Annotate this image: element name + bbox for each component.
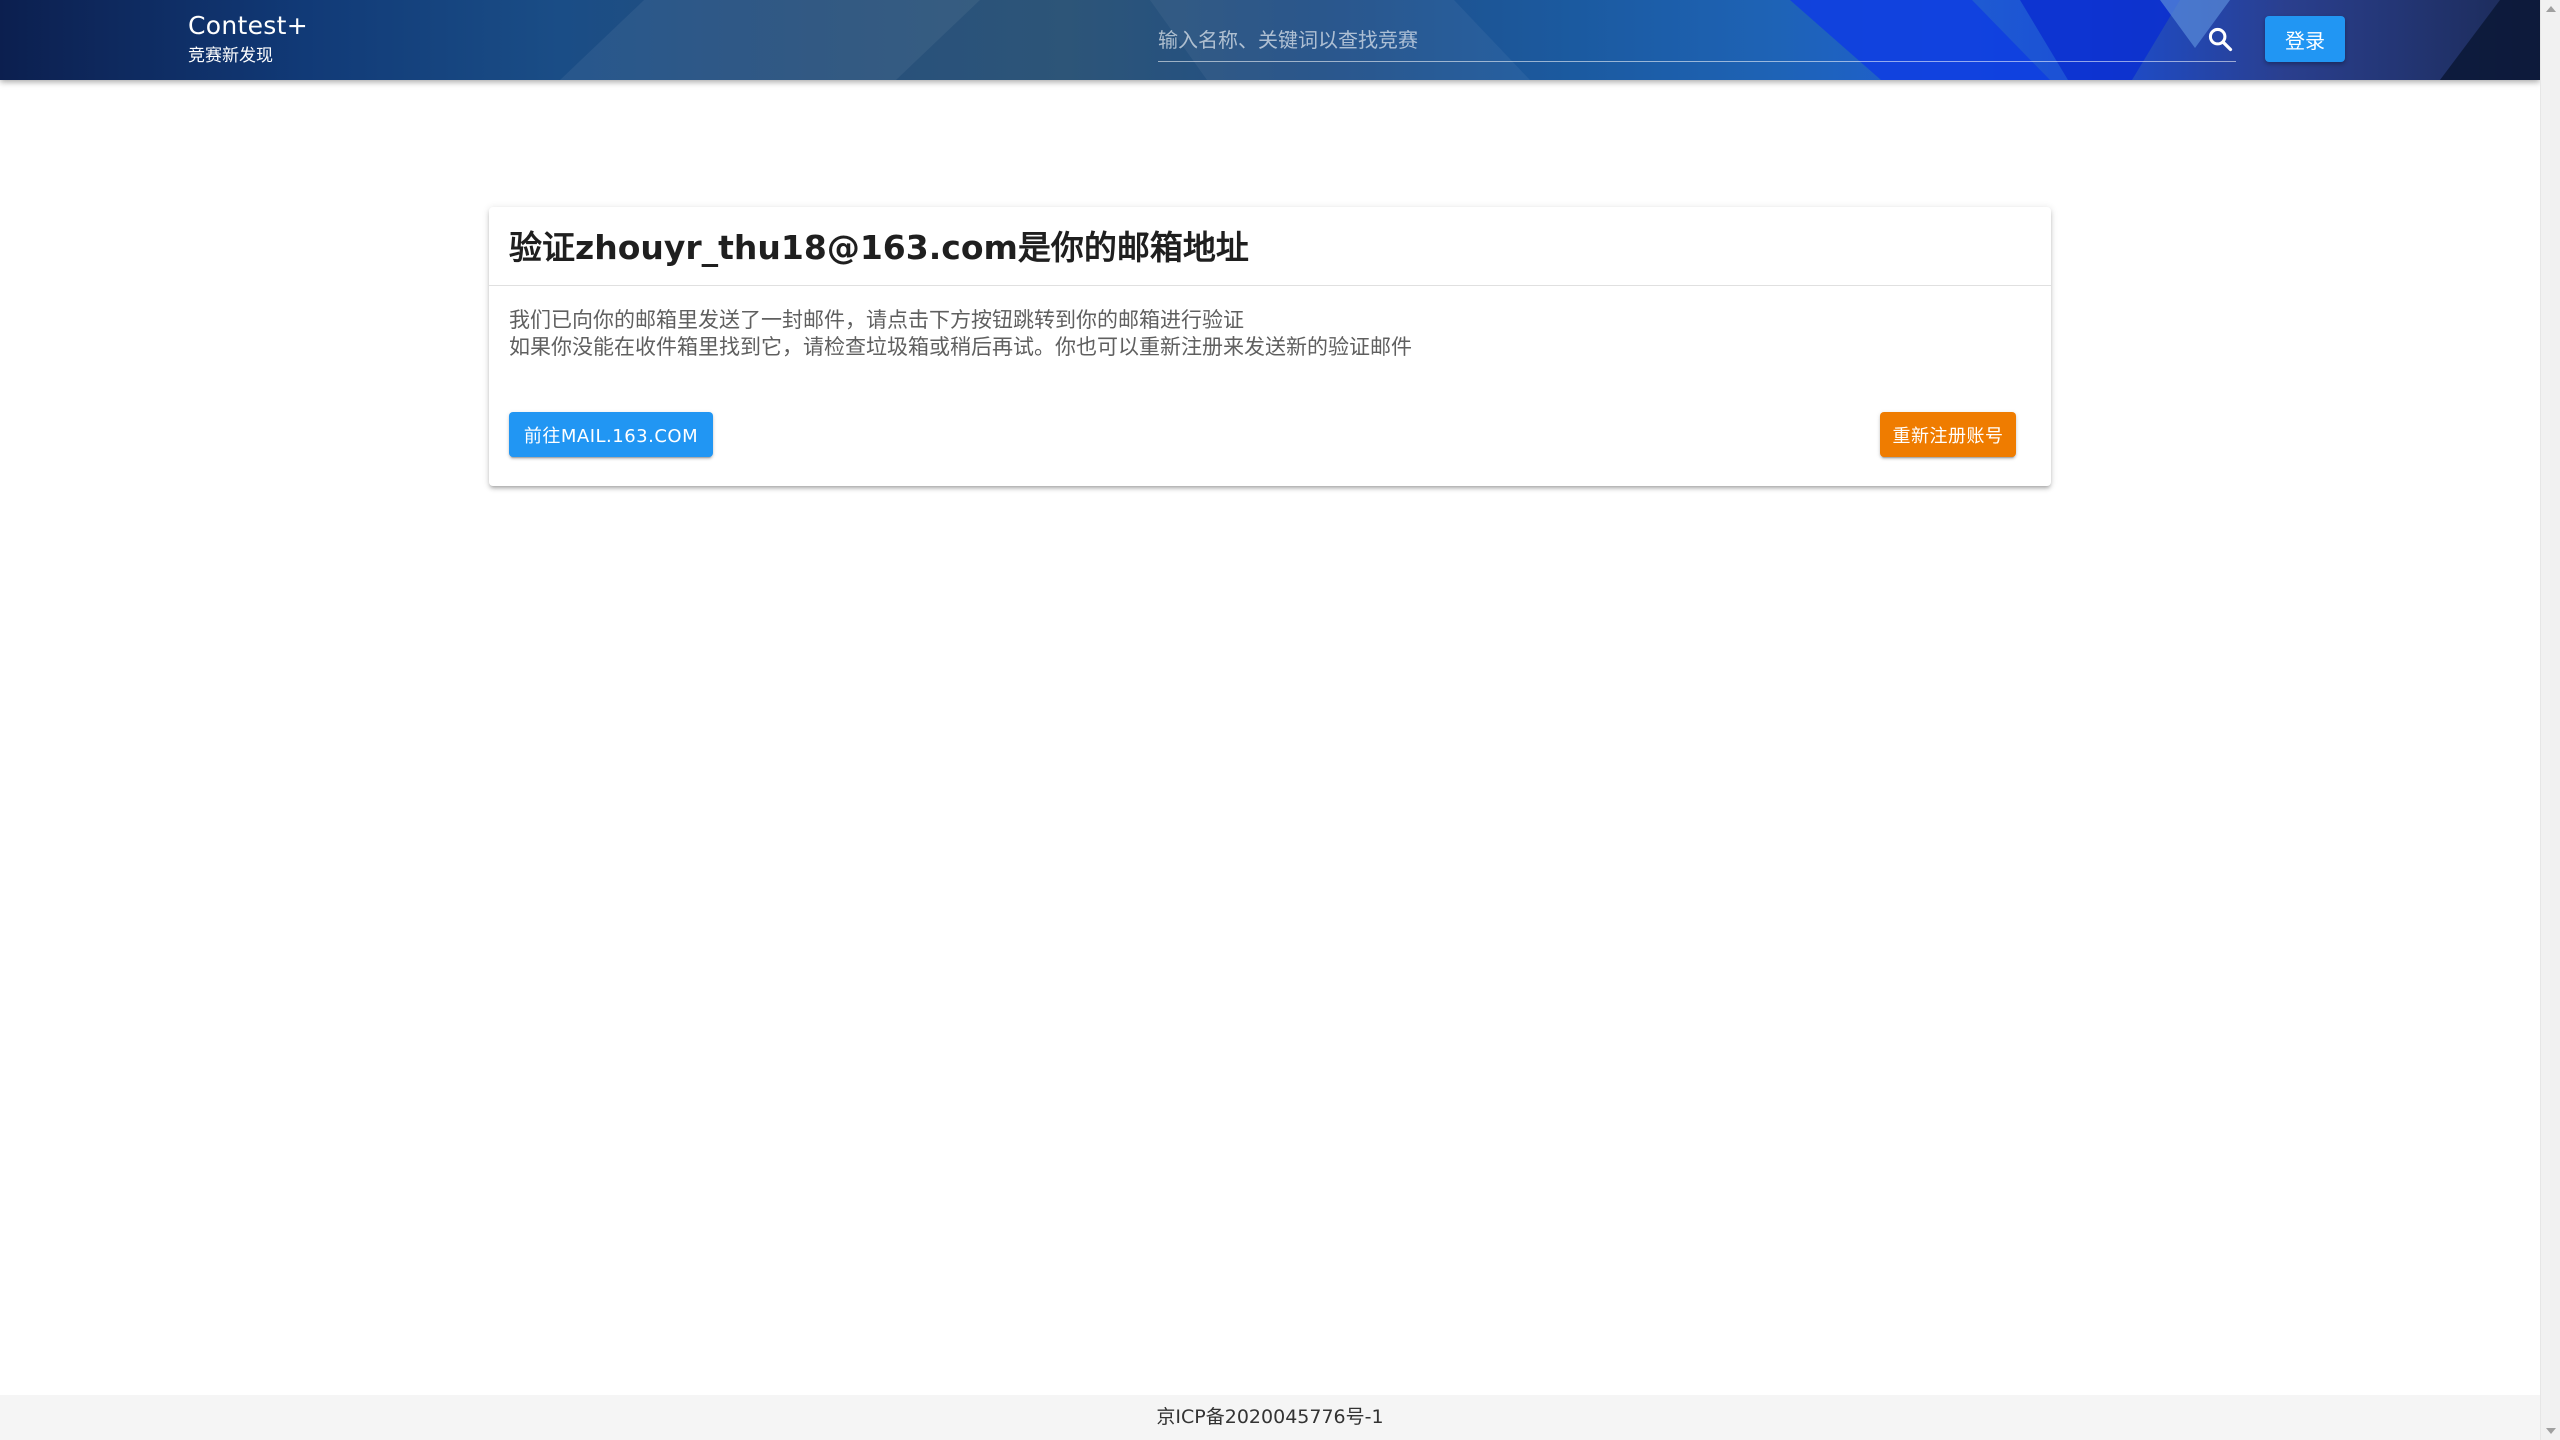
email-verification-card: 验证zhouyr_thu18@163.com是你的邮箱地址 我们已向你的邮箱里发… [489, 207, 2051, 486]
icp-link[interactable]: 京ICP备2020045776号-1 [1156, 1406, 1383, 1428]
search-icon[interactable] [2206, 25, 2234, 53]
top-app-bar: Contest+ 竞赛新发现 登录 [0, 0, 2540, 80]
scroll-down-arrow-icon[interactable] [2546, 1428, 2556, 1434]
scroll-up-arrow-icon[interactable] [2546, 6, 2556, 12]
card-title: 验证zhouyr_thu18@163.com是你的邮箱地址 [509, 228, 1249, 267]
vertical-scrollbar[interactable] [2540, 0, 2560, 1440]
search-input[interactable] [1158, 20, 2178, 60]
card-divider [489, 285, 2051, 286]
card-body: 我们已向你的邮箱里发送了一封邮件，请点击下方按钮跳转到你的邮箱进行验证 如果你没… [509, 307, 1412, 361]
brand-logo[interactable]: Contest+ 竞赛新发现 [188, 10, 308, 68]
page: Contest+ 竞赛新发现 登录 验证zhouyr_thu18@163.com… [0, 0, 2560, 1440]
brand-title[interactable]: Contest+ [188, 10, 308, 42]
card-text-line-2: 如果你没能在收件箱里找到它，请检查垃圾箱或稍后再试。你也可以重新注册来发送新的验… [509, 335, 1412, 359]
login-button[interactable]: 登录 [2265, 16, 2345, 62]
brand-subtitle: 竞赛新发现 [188, 46, 273, 66]
search-bar [1158, 20, 2236, 62]
footer: 京ICP备2020045776号-1 [0, 1395, 2540, 1440]
card-text-line-1: 我们已向你的邮箱里发送了一封邮件，请点击下方按钮跳转到你的邮箱进行验证 [509, 308, 1244, 332]
re-register-button[interactable]: 重新注册账号 [1880, 412, 2016, 457]
go-to-mailbox-button[interactable]: 前往MAIL.163.COM [509, 412, 713, 457]
